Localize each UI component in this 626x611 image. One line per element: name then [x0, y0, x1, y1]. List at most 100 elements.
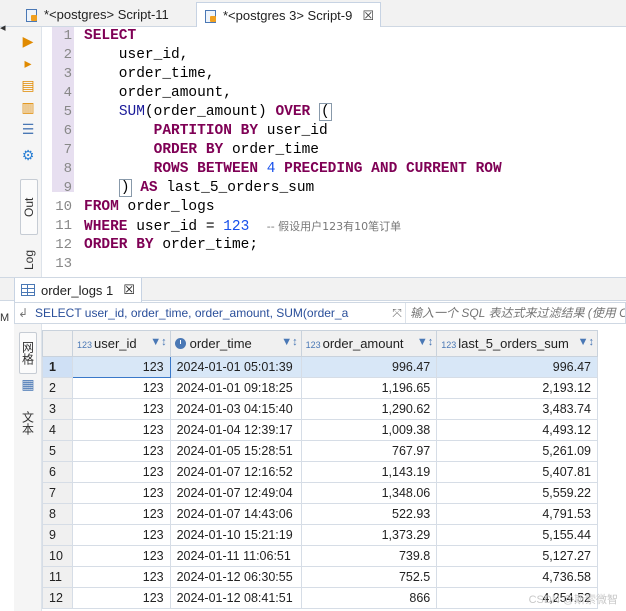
table-cell-user-id[interactable]: 123 — [71, 482, 171, 504]
table-cell-last-5-orders-sum[interactable]: 5,407.81 — [436, 461, 598, 483]
table-cell-order-time[interactable]: 2024-01-01 05:01:39 — [169, 356, 302, 378]
code-line-2: user_id, — [84, 47, 189, 63]
table-cell-order-amount[interactable]: 996.47 — [300, 356, 438, 378]
row-number-header — [42, 330, 73, 357]
table-row[interactable]: 10 123 2024-01-11 11:06:51 739.8 5,127.27 — [42, 545, 598, 567]
table-cell-last-5-orders-sum[interactable]: 4,493.12 — [436, 419, 598, 441]
table-cell-user-id[interactable]: 123 — [71, 398, 171, 420]
table-cell-last-5-orders-sum[interactable]: 2,193.12 — [436, 377, 598, 399]
tab-label: *<postgres> Script-11 — [44, 7, 169, 22]
table-cell-last-5-orders-sum[interactable]: 5,559.22 — [436, 482, 598, 504]
settings-gear-icon[interactable]: ⚙ — [20, 147, 36, 163]
text-view-toggle[interactable]: 文本 — [19, 402, 37, 444]
table-cell-last-5-orders-sum[interactable]: 3,483.74 — [436, 398, 598, 420]
table-cell-order-amount[interactable]: 1,290.62 — [300, 398, 438, 420]
table-cell-user-id[interactable]: 123 — [71, 419, 171, 441]
table-cell-user-id[interactable]: 123 — [71, 524, 171, 546]
grid-view-toggle[interactable]: 网格 — [19, 332, 37, 374]
table-cell-order-amount[interactable]: 522.93 — [300, 503, 438, 525]
execute-new-tab-icon[interactable]: ▸ — [20, 55, 36, 71]
filter-sort-icon[interactable]: ▼↕ — [578, 336, 594, 348]
table-row[interactable]: 3 123 2024-01-03 04:15:40 1,290.62 3,483.74 — [42, 398, 598, 420]
grid-view-icon[interactable]: ▦ — [19, 376, 37, 392]
column-header-last-5-orders-sum[interactable]: 123 last_5_orders_sum ▼↕ — [436, 330, 598, 357]
column-header-user-id[interactable]: 123 user_id ▼↕ — [71, 330, 171, 357]
row-number: 12 — [42, 587, 73, 609]
table-row[interactable]: 4 123 2024-01-04 12:39:17 1,009.38 4,493.12 — [42, 419, 598, 441]
table-row[interactable]: 11 123 2024-01-12 06:30:55 752.5 4,736.58 — [42, 566, 598, 588]
table-cell-order-time[interactable]: 2024-01-07 12:49:04 — [169, 482, 302, 504]
table-cell-order-time[interactable]: 2024-01-01 09:18:25 — [169, 377, 302, 399]
table-cell-user-id[interactable]: 123 — [71, 587, 171, 609]
table-row[interactable]: 8 123 2024-01-07 14:43:06 522.93 4,791.53 — [42, 503, 598, 525]
tab-script-11[interactable]: *<postgres> Script-11 — [18, 2, 175, 27]
table-cell-user-id[interactable]: 123 — [71, 545, 171, 567]
table-cell-last-5-orders-sum[interactable]: 5,261.09 — [436, 440, 598, 462]
table-cell-last-5-orders-sum[interactable]: 4,791.53 — [436, 503, 598, 525]
table-cell-order-time[interactable]: 2024-01-03 04:15:40 — [169, 398, 302, 420]
table-cell-order-amount[interactable]: 752.5 — [300, 566, 438, 588]
current-query-text[interactable]: SELECT user_id, order_time, order_amount… — [31, 306, 389, 320]
table-cell-last-5-orders-sum[interactable]: 996.47 — [436, 356, 598, 378]
filter-expression-input[interactable] — [405, 303, 625, 323]
explain-plan-icon[interactable]: ☰ — [20, 121, 36, 137]
result-filter-bar: ↲ SELECT user_id, order_time, order_amou… — [14, 302, 626, 324]
table-cell-user-id[interactable]: 123 — [71, 377, 171, 399]
table-cell-order-time[interactable]: 2024-01-10 15:21:19 — [169, 524, 302, 546]
table-cell-last-5-orders-sum[interactable]: 4,736.58 — [436, 566, 598, 588]
table-row[interactable]: 5 123 2024-01-05 15:28:51 767.97 5,261.09 — [42, 440, 598, 462]
table-row[interactable]: 6 123 2024-01-07 12:16:52 1,143.19 5,407.81 — [42, 461, 598, 483]
table-cell-order-amount[interactable]: 1,143.19 — [300, 461, 438, 483]
table-cell-last-5-orders-sum[interactable]: 5,127.27 — [436, 545, 598, 567]
table-row[interactable]: 9 123 2024-01-10 15:21:19 1,373.29 5,155.44 — [42, 524, 598, 546]
tab-order-logs-1[interactable]: order_logs 1 ☒ — [14, 278, 142, 302]
close-results-tab-icon[interactable]: ☒ — [123, 282, 135, 298]
table-cell-order-time[interactable]: 2024-01-07 12:16:52 — [169, 461, 302, 483]
results-tab-bar: order_logs 1 ☒ — [0, 277, 626, 302]
table-cell-order-time[interactable]: 2024-01-11 11:06:51 — [169, 545, 302, 567]
column-header-order-time[interactable]: order_time ▼↕ — [169, 330, 302, 357]
execute-script-icon[interactable]: ▤ — [20, 77, 36, 93]
table-cell-user-id[interactable]: 123 — [71, 440, 171, 462]
table-row[interactable]: 12 123 2024-01-12 08:41:51 866 4,254.52 — [42, 587, 598, 609]
filter-sort-icon[interactable]: ▼↕ — [150, 336, 166, 348]
column-name: user_id — [93, 336, 137, 351]
table-row[interactable]: 1 123 2024-01-01 05:01:39 996.47 996.47 — [42, 356, 598, 378]
table-cell-order-amount[interactable]: 1,348.06 — [300, 482, 438, 504]
table-cell-order-time[interactable]: 2024-01-12 08:41:51 — [169, 587, 302, 609]
column-name: order_amount — [322, 336, 404, 351]
close-tab-icon[interactable]: ☒ — [362, 8, 374, 24]
output-panel-toggle[interactable]: Out — [20, 179, 38, 235]
filter-sort-icon[interactable]: ▼↕ — [417, 336, 433, 348]
table-cell-order-time[interactable]: 2024-01-04 12:39:17 — [169, 419, 302, 441]
expand-filter-icon[interactable]: ⤧ — [389, 305, 405, 321]
table-grid-icon — [21, 284, 35, 296]
table-cell-order-amount[interactable]: 1,373.29 — [300, 524, 438, 546]
table-cell-order-time[interactable]: 2024-01-05 15:28:51 — [169, 440, 302, 462]
execute-statement-icon[interactable]: ▶ — [20, 33, 36, 49]
results-grid: 123 user_id ▼↕ order_time ▼↕ 123 order_amo… — [42, 330, 598, 609]
line-number: 11 — [55, 218, 72, 234]
table-cell-order-amount[interactable]: 1,009.38 — [300, 419, 438, 441]
numeric-type-icon: 123 — [441, 340, 457, 350]
execute-script-new-tab-icon[interactable]: ▥ — [20, 99, 36, 115]
table-cell-order-time[interactable]: 2024-01-12 06:30:55 — [169, 566, 302, 588]
table-cell-order-amount[interactable]: 767.97 — [300, 440, 438, 462]
column-header-order-amount[interactable]: 123 order_amount ▼↕ — [300, 330, 438, 357]
tab-script-9[interactable]: *<postgres 3> Script-9 ☒ — [196, 2, 382, 28]
table-cell-order-amount[interactable]: 866 — [300, 587, 438, 609]
table-cell-order-amount[interactable]: 739.8 — [300, 545, 438, 567]
table-cell-user-id[interactable]: 123 — [71, 566, 171, 588]
table-cell-order-amount[interactable]: 1,196.65 — [300, 377, 438, 399]
table-cell-last-5-orders-sum[interactable]: 5,155.44 — [436, 524, 598, 546]
panel-edge-arrow-icon: ◂ — [0, 22, 6, 34]
filter-sort-icon[interactable]: ▼↕ — [281, 336, 297, 348]
sql-editor[interactable]: 1 2 3 4 5 6 7 8 9 10 11 12 13 SELECT user_id, order_… — [42, 27, 626, 277]
table-cell-user-id[interactable]: 123 — [71, 503, 171, 525]
log-panel-toggle[interactable]: Log — [20, 245, 38, 275]
table-cell-user-id[interactable]: 123 — [71, 356, 171, 378]
table-row[interactable]: 2 123 2024-01-01 09:18:25 1,196.65 2,193.12 — [42, 377, 598, 399]
table-cell-user-id[interactable]: 123 — [71, 461, 171, 483]
table-row[interactable]: 7 123 2024-01-07 12:49:04 1,348.06 5,559.22 — [42, 482, 598, 504]
table-cell-order-time[interactable]: 2024-01-07 14:43:06 — [169, 503, 302, 525]
